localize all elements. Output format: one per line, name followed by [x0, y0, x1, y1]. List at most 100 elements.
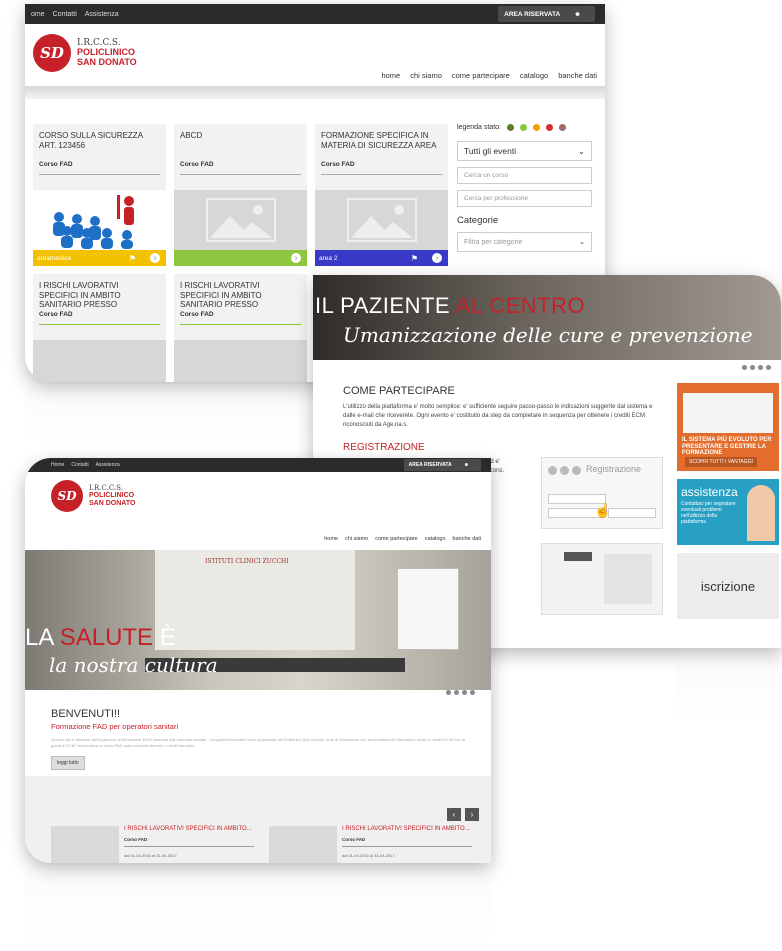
hero-slider: ISTITUTI CLINICI ZUCCHI LA SALUTE È la n… — [25, 550, 491, 690]
operator-avatar — [747, 485, 775, 541]
logo-emblem: SD — [51, 480, 83, 512]
area-riservata-button[interactable]: AREA RISERVATA ☻ — [403, 459, 481, 471]
banner-tagline: Umanizzazione delle cure e prevenzione — [343, 323, 753, 347]
user-icon: ☻ — [463, 462, 469, 468]
carousel-dots[interactable] — [742, 365, 771, 370]
event-item[interactable]: I RISCHI LAVORATIVI SPECIFICI IN AMBITO.… — [269, 826, 479, 863]
screenshot-home: Home Contatti Assistenza AREA RISERVATA … — [25, 458, 491, 863]
hero-photo-wall — [155, 550, 355, 650]
legend-dot — [545, 124, 553, 131]
area-riservata-button[interactable]: AREA RISERVATA ☻ — [498, 6, 595, 22]
topbar-link-home[interactable]: ome — [31, 11, 45, 18]
read-more-button[interactable]: leggi tutto — [51, 756, 85, 771]
status-legend: legenda stato: — [457, 124, 592, 131]
page-title: COME PARTECIPARE — [343, 385, 455, 397]
chevron-left-icon[interactable]: ‹ — [447, 808, 461, 821]
course-title: I RISCHI LAVORATIVI SPECIFICI IN AMBITO … — [180, 281, 262, 308]
flag-icon: ⚑ — [410, 253, 418, 263]
promo-banner-assistenza[interactable]: assistenza Contattaci per segnalare even… — [677, 479, 779, 545]
promo-button[interactable]: SCOPRI TUTTI I VANTAGGI — [685, 457, 757, 467]
chevron-right-icon[interactable]: › — [150, 253, 160, 263]
nav-come-partecipare[interactable]: come partecipare — [452, 71, 510, 80]
user-icon: ☻ — [574, 10, 581, 18]
logo-line1: I.R.C.C.S. — [89, 483, 123, 492]
event-dates: dal 01-04-2016 al 31-04-2017 — [124, 853, 177, 858]
chevron-down-icon: ⌄ — [579, 239, 585, 246]
main-nav: home chi siamo come partecipare catalogo… — [381, 71, 597, 80]
topbar-link-contatti[interactable]: Contatti — [71, 462, 88, 468]
event-title: I RISCHI LAVORATIVI SPECIFICI IN AMBITO.… — [124, 826, 252, 832]
course-card[interactable]: I RISCHI LAVORATIVI SPECIFICI IN AMBITO … — [174, 274, 307, 382]
promo-banner-iscrizione[interactable]: iscrizione — [677, 553, 779, 619]
nav-chi-siamo[interactable]: chi siamo — [345, 536, 368, 542]
carousel-dots[interactable] — [446, 690, 475, 695]
filter-sidebar: legenda stato: Tutti gli eventi ⌄ Cerca … — [457, 124, 592, 258]
image-placeholder-icon — [174, 190, 307, 250]
course-type: Corso FAD — [39, 161, 73, 168]
banner-headline-b: AL CENTRO — [455, 293, 586, 318]
nav-banche-dati[interactable]: banche dati — [453, 536, 481, 542]
nav-home[interactable]: home — [324, 536, 338, 542]
mock-panel — [604, 554, 652, 604]
nav-home[interactable]: home — [381, 71, 400, 80]
welcome-text: Questo sito è dedicato all'erogazione di… — [51, 737, 465, 748]
nav-catalogo[interactable]: catalogo — [520, 71, 548, 80]
hero-banner: IL PAZIENTE AL CENTRO Umanizzazione dell… — [313, 275, 781, 360]
chevron-down-icon: ⌄ — [577, 145, 585, 156]
course-status-bar: › — [174, 250, 307, 266]
site-logo[interactable]: SD I.R.C.C.S. POLICLINICO SAN DONATO — [51, 480, 135, 512]
course-card[interactable]: I RISCHI LAVORATIVI SPECIFICI IN AMBITO … — [33, 274, 166, 382]
hero-flipchart — [397, 568, 459, 650]
course-type: Corso FAD — [321, 161, 355, 168]
categories-heading: Categorie — [457, 215, 499, 226]
chevron-right-icon[interactable]: › — [465, 808, 479, 821]
topbar-link-assistenza[interactable]: Assistenza — [96, 462, 120, 468]
hero-wall-text: ISTITUTI CLINICI ZUCCHI — [205, 558, 289, 565]
assistenza-text: Contattaci per segnalare eventuali probl… — [681, 501, 736, 525]
events-select[interactable]: Tutti gli eventi ⌄ — [457, 141, 592, 161]
course-area-label: areamedica — [37, 254, 71, 262]
course-title: CORSO SULLA SICUREZZA ART. 123456 — [39, 131, 143, 150]
image-placeholder-icon — [269, 826, 337, 863]
topbar-link-assistenza[interactable]: Assistenza — [85, 11, 119, 18]
logo-emblem: SD — [33, 34, 71, 72]
image-placeholder-icon — [315, 190, 448, 250]
welcome-title: BENVENUTI!! — [51, 708, 121, 720]
topbar-link-contatti[interactable]: Contatti — [53, 11, 77, 18]
image-placeholder-icon — [51, 826, 119, 863]
promo-title: IL SISTEMA PIÙ EVOLUTO PER PRESENTARE E … — [682, 437, 772, 457]
event-dates: dal 01-04-2016 al 31-04-2017 — [342, 853, 395, 858]
search-profession-input[interactable]: Cerca per professione — [457, 190, 592, 207]
course-card[interactable]: ABCD Corso FAD › — [174, 124, 307, 266]
image-placeholder-icon — [174, 340, 307, 382]
nav-chi-siamo[interactable]: chi siamo — [410, 71, 442, 80]
hero-tagline: la nostra cultura — [49, 653, 218, 677]
search-course-input[interactable]: Cerca un corso — [457, 167, 592, 184]
divider — [39, 324, 160, 325]
legend-dot — [532, 124, 540, 131]
divider — [124, 846, 254, 847]
event-type: Corso FAD — [124, 837, 148, 842]
registration-illustration: Registrazione ☝ — [541, 457, 663, 529]
nav-catalogo[interactable]: catalogo — [425, 536, 446, 542]
divider — [342, 846, 472, 847]
section-title: REGISTRAZIONE — [343, 442, 425, 453]
site-logo[interactable]: SD I.R.C.C.S. POLICLINICO SAN DONATO — [33, 34, 137, 72]
nav-come-partecipare[interactable]: come partecipare — [375, 536, 418, 542]
events-pager: ‹ › — [447, 808, 479, 821]
logo-line3: SAN DONATO — [77, 56, 137, 67]
category-select-value: Filtra per categorie — [464, 238, 523, 246]
course-card[interactable]: FORMAZIONE SPECIFICA IN MATERIA DI SICUR… — [315, 124, 448, 266]
chevron-right-icon[interactable]: › — [432, 253, 442, 263]
mock-field — [608, 508, 656, 518]
event-item[interactable]: I RISCHI LAVORATIVI SPECIFICI IN AMBITO.… — [51, 826, 261, 863]
nav-banche-dati[interactable]: banche dati — [558, 71, 597, 80]
chevron-right-icon[interactable]: › — [291, 253, 301, 263]
category-select[interactable]: Filtra per categorie ⌄ — [457, 232, 592, 252]
topbar-link-home[interactable]: Home — [51, 462, 64, 468]
promo-banner-platform[interactable]: IL SISTEMA PIÙ EVOLUTO PER PRESENTARE E … — [677, 383, 779, 471]
assistenza-title: assistenza — [681, 485, 738, 499]
course-title: ABCD — [180, 131, 203, 140]
cursor-hand-icon: ☝ — [594, 502, 612, 518]
course-card[interactable]: CORSO SULLA SICUREZZA ART. 123456 Corso … — [33, 124, 166, 266]
